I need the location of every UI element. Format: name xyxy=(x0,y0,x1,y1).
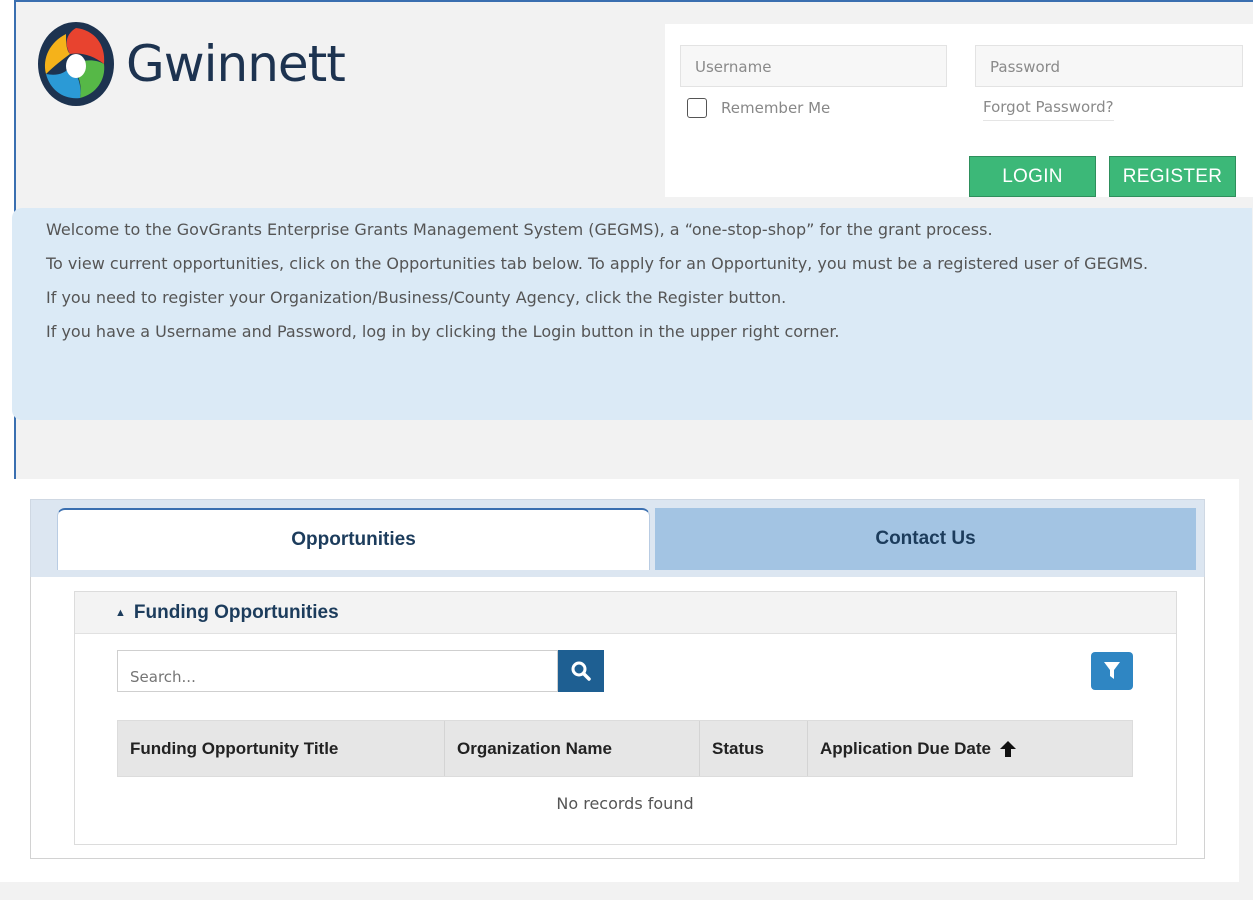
table-header: Funding Opportunity Title Organization N… xyxy=(117,720,1133,777)
welcome-text: Welcome to the GovGrants Enterprise Gran… xyxy=(46,220,993,239)
funding-table: Funding Opportunity Title Organization N… xyxy=(117,720,1133,829)
tab-opportunities[interactable]: Opportunities xyxy=(57,508,650,570)
search-icon xyxy=(571,661,591,681)
remember-me: Remember Me xyxy=(687,98,830,118)
tab-contact-us[interactable]: Contact Us xyxy=(655,508,1196,570)
remember-me-checkbox[interactable] xyxy=(687,98,707,118)
funding-opportunities-section: ▲ Funding Opportunities Fun xyxy=(74,591,1177,845)
sort-ascending-icon xyxy=(999,740,1017,758)
login-panel: Remember Me Forgot Password? LOGIN REGIS… xyxy=(665,24,1253,197)
column-status-label: Status xyxy=(712,738,764,758)
search-button[interactable] xyxy=(558,650,604,692)
login-button[interactable]: LOGIN xyxy=(969,156,1096,197)
remember-me-label[interactable]: Remember Me xyxy=(721,99,830,117)
column-due-date-label: Application Due Date xyxy=(820,738,991,758)
caret-up-icon: ▲ xyxy=(115,606,126,619)
password-input[interactable] xyxy=(990,58,1242,76)
register-button[interactable]: REGISTER xyxy=(1109,156,1236,197)
username-field-wrapper xyxy=(680,45,947,87)
empty-message: No records found xyxy=(556,793,694,813)
column-organization-label: Organization Name xyxy=(457,738,612,758)
tab-content: ▲ Funding Opportunities Fun xyxy=(30,577,1205,859)
column-title-label: Funding Opportunity Title xyxy=(130,738,339,758)
register-instructions: If you need to register your Organizatio… xyxy=(46,288,787,307)
search-bar xyxy=(117,650,604,692)
logo-text: Gwinnett xyxy=(126,35,346,93)
logo-icon xyxy=(38,22,114,106)
gwinnett-logo[interactable]: Gwinnett xyxy=(36,20,346,108)
footer-strip xyxy=(0,882,1239,900)
section-title: Funding Opportunities xyxy=(133,601,339,623)
column-header-title[interactable]: Funding Opportunity Title xyxy=(118,721,445,776)
tab-bar: Opportunities Contact Us xyxy=(30,499,1205,577)
column-header-status[interactable]: Status xyxy=(700,721,808,776)
filter-icon xyxy=(1104,662,1120,679)
column-header-organization[interactable]: Organization Name xyxy=(445,721,700,776)
welcome-banner: Welcome to the GovGrants Enterprise Gran… xyxy=(12,208,1252,420)
password-field-wrapper xyxy=(975,45,1243,87)
opportunities-instructions: To view current opportunities, click on … xyxy=(46,254,1149,273)
main-panel: Opportunities Contact Us ▲ Funding Oppor… xyxy=(10,479,1239,882)
funding-opportunities-header[interactable]: ▲ Funding Opportunities xyxy=(75,592,1176,634)
filter-button[interactable] xyxy=(1091,652,1133,690)
column-header-due-date[interactable]: Application Due Date xyxy=(808,721,1132,776)
search-input[interactable] xyxy=(117,650,558,692)
login-instructions: If you have a Username and Password, log… xyxy=(46,322,840,341)
forgot-password-link[interactable]: Forgot Password? xyxy=(983,98,1114,121)
username-input[interactable] xyxy=(695,58,946,76)
